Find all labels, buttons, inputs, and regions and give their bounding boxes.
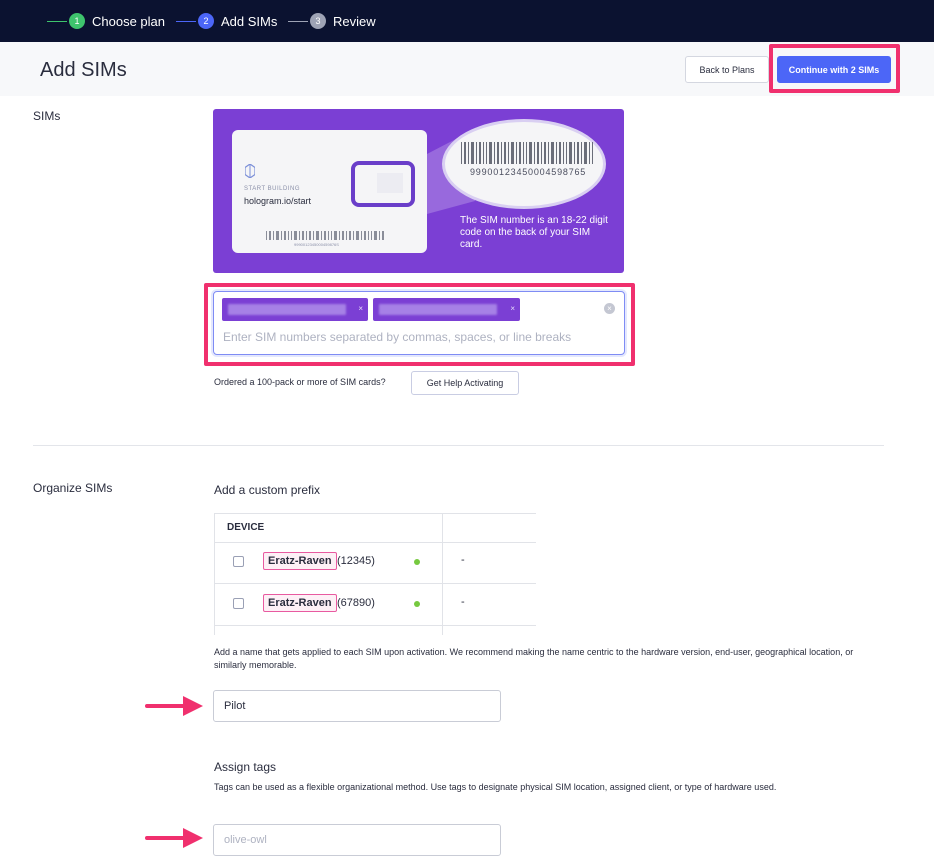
- assign-tags-heading: Assign tags: [214, 760, 277, 774]
- device-value: -: [461, 596, 465, 608]
- sim-number-chip[interactable]: ×: [222, 298, 368, 321]
- back-to-plans-button[interactable]: Back to Plans: [685, 56, 769, 83]
- sim-number-caption: The SIM number is an 18-22 digit code on…: [460, 215, 608, 250]
- device-id: (67890): [337, 597, 375, 609]
- table-row: Eratz-Raven (67890) -: [215, 584, 536, 626]
- chip-remove-icon[interactable]: ×: [358, 304, 363, 313]
- organize-section-label: Organize SIMs: [33, 481, 113, 495]
- sim-number-chip[interactable]: ×: [373, 298, 520, 321]
- pointer-arrow-icon: [145, 696, 203, 716]
- get-help-activating-button[interactable]: Get Help Activating: [411, 371, 519, 395]
- row-checkbox[interactable]: [233, 598, 244, 609]
- top-stepper-bar: 1 Choose plan 2 Add SIMs 3 Review: [0, 0, 934, 42]
- status-dot-icon: [414, 559, 420, 565]
- row-divider: [215, 625, 536, 626]
- sim-card-image: START BUILDING hologram.io/start 9990012…: [232, 130, 427, 253]
- step-review[interactable]: 3 Review: [288, 11, 376, 31]
- clear-all-icon[interactable]: ×: [604, 303, 615, 314]
- small-barcode-number: 9990012345000459876S: [294, 242, 339, 247]
- sim-start-text: START BUILDING: [244, 186, 301, 192]
- table-row: Eratz-Raven (12345) -: [215, 542, 536, 584]
- device-name-tag: Eratz-Raven: [263, 594, 337, 612]
- device-column-header: DEVICE: [227, 522, 265, 533]
- sim-numbers-input[interactable]: × × × Enter SIM numbers separated by com…: [213, 291, 625, 355]
- sim-url-text: hologram.io/start: [244, 196, 312, 206]
- device-table: DEVICE Eratz-Raven (12345) - Eratz-Raven…: [214, 513, 536, 635]
- redacted-sim-number: [379, 304, 497, 315]
- step-label: Choose plan: [92, 13, 165, 29]
- chip-remove-icon[interactable]: ×: [510, 304, 515, 313]
- sim-input-placeholder: Enter SIM numbers separated by commas, s…: [223, 330, 572, 344]
- large-barcode: [461, 142, 593, 164]
- large-barcode-number: 99900123450004598765: [470, 167, 587, 177]
- step-add-sims[interactable]: 2 Add SIMs: [176, 11, 277, 31]
- sim-chip-contact: [377, 173, 403, 193]
- custom-prefix-heading: Add a custom prefix: [214, 483, 321, 497]
- row-checkbox[interactable]: [233, 556, 244, 567]
- sim-chip-outline: [351, 161, 415, 207]
- section-divider: [33, 445, 884, 446]
- sim-number-illustration: START BUILDING hologram.io/start 9990012…: [213, 109, 624, 273]
- sim-number-zoom: 99900123450004598765: [442, 119, 606, 209]
- step-number: 2: [198, 13, 214, 29]
- pointer-arrow-icon: [145, 828, 203, 848]
- step-connector: [47, 20, 67, 22]
- status-dot-icon: [414, 601, 420, 607]
- prefix-description: Add a name that gets applied to each SIM…: [214, 647, 854, 670]
- device-name-tag: Eratz-Raven: [263, 552, 337, 570]
- prefix-input[interactable]: Pilot: [213, 690, 501, 722]
- tags-description: Tags can be used as a flexible organizat…: [214, 782, 777, 792]
- step-label: Review: [333, 13, 376, 29]
- device-value: -: [461, 554, 465, 566]
- step-number: 1: [69, 13, 85, 29]
- bulk-order-text: Ordered a 100-pack or more of SIM cards?: [214, 377, 386, 387]
- step-choose-plan[interactable]: 1 Choose plan: [47, 11, 165, 31]
- page-title: Add SIMs: [40, 59, 127, 81]
- hologram-logo-icon: [245, 164, 255, 178]
- step-number: 3: [310, 13, 326, 29]
- continue-button[interactable]: Continue with 2 SIMs: [777, 56, 891, 83]
- tags-input[interactable]: olive-owl: [213, 824, 501, 856]
- device-id: (12345): [337, 555, 375, 567]
- sims-section-label: SIMs: [33, 109, 61, 123]
- step-connector: [176, 20, 196, 22]
- small-barcode: [266, 231, 384, 240]
- redacted-sim-number: [228, 304, 346, 315]
- step-label: Add SIMs: [221, 13, 278, 29]
- step-connector: [288, 20, 308, 22]
